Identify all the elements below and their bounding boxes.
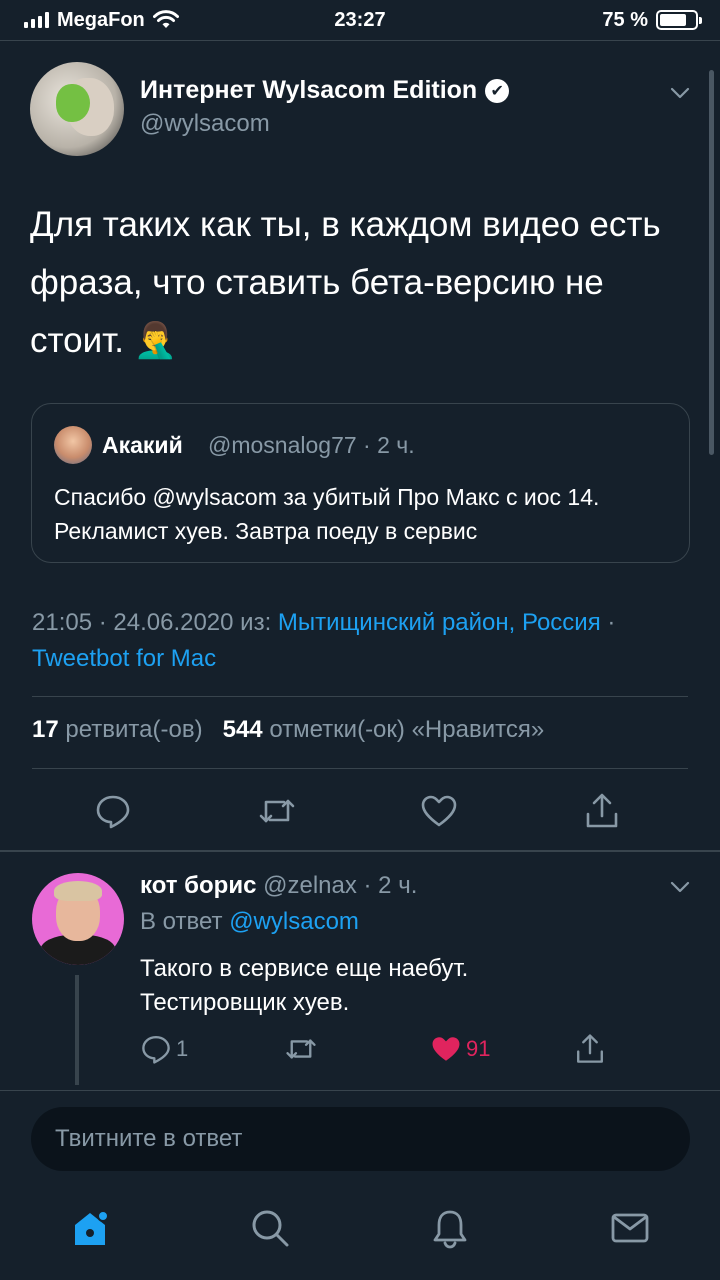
reply-author-avatar[interactable] bbox=[32, 873, 124, 965]
quote-avatar[interactable] bbox=[54, 426, 92, 464]
tweet-text: Для таких как ты, в каждом видео есть фр… bbox=[30, 205, 661, 360]
reply-actions: 1 91 bbox=[0, 1028, 720, 1070]
reply-text-line-1: Такого в сервисе еще наебут. bbox=[140, 955, 469, 982]
likes-label[interactable]: отметки(-ок) «Нравится» bbox=[269, 716, 544, 743]
likes-count[interactable]: 544 bbox=[223, 716, 263, 743]
reply-author-name[interactable]: кот борис bbox=[140, 872, 256, 899]
nav-notifications[interactable] bbox=[420, 1198, 480, 1258]
tweet-actions bbox=[0, 785, 720, 837]
retweets-label[interactable]: ретвита(-ов) bbox=[65, 716, 202, 743]
reply-icon bbox=[142, 1036, 170, 1064]
author-name-row[interactable]: Интернет Wylsacom Edition ✔ bbox=[140, 76, 510, 105]
stats-divider bbox=[32, 768, 688, 769]
reply-button[interactable] bbox=[87, 785, 139, 837]
battery-percent: 75 % bbox=[602, 8, 648, 31]
battery-icon bbox=[656, 10, 702, 30]
quoted-tweet[interactable]: Акакий @mosnalog77 · 2 ч. Спасибо @wylsa… bbox=[31, 403, 690, 563]
reply-reply-count: 1 bbox=[176, 1036, 189, 1061]
status-bar: MegaFon 23:27 75 % bbox=[0, 0, 720, 40]
retweet-icon bbox=[286, 1039, 316, 1059]
retweet-icon bbox=[259, 799, 295, 823]
signal-icon bbox=[24, 12, 49, 28]
share-button[interactable] bbox=[576, 785, 628, 837]
reply-retweet-button[interactable] bbox=[285, 1028, 317, 1070]
header-divider bbox=[0, 40, 720, 41]
meta-separator: · bbox=[607, 609, 616, 636]
tweet-timestamp: 21:05 · 24.06.2020 из: bbox=[32, 609, 272, 636]
client-link[interactable]: Tweetbot for Mac bbox=[32, 645, 216, 672]
messages-icon bbox=[611, 1213, 649, 1243]
nav-search[interactable] bbox=[240, 1198, 300, 1258]
status-left: MegaFon bbox=[24, 9, 179, 32]
reply-icon bbox=[96, 795, 130, 829]
reply-header: кот борис @zelnax · 2 ч. bbox=[140, 872, 417, 900]
notifications-icon bbox=[433, 1210, 467, 1249]
nav-home[interactable] bbox=[60, 1198, 120, 1258]
reply-to: В ответ @wylsacom bbox=[140, 908, 359, 936]
share-icon bbox=[586, 793, 618, 828]
battery-fill bbox=[660, 14, 686, 26]
search-icon bbox=[252, 1210, 289, 1247]
tweet-stats: 17 ретвита(-ов) 544 отметки(-ок) «Нравит… bbox=[32, 716, 544, 744]
tweet-meta: 21:05 · 24.06.2020 из: Мытищинский район… bbox=[32, 605, 692, 677]
reply-to-handle[interactable]: @wylsacom bbox=[229, 908, 359, 935]
reply-compose-input[interactable] bbox=[31, 1107, 690, 1171]
reply-like-button[interactable]: 91 bbox=[430, 1028, 490, 1070]
like-filled-icon bbox=[432, 1037, 460, 1061]
like-button[interactable] bbox=[413, 785, 465, 837]
reply-like-count: 91 bbox=[466, 1036, 491, 1061]
reply-reply-button[interactable]: 1 bbox=[140, 1028, 188, 1070]
chevron-down-icon[interactable] bbox=[669, 82, 691, 104]
author-avatar[interactable] bbox=[30, 62, 124, 156]
meta-divider bbox=[32, 696, 688, 697]
status-right: 75 % bbox=[602, 8, 702, 32]
reply-text-line-2: Тестировщик хуев. bbox=[140, 989, 350, 1016]
quote-meta: @mosnalog77 · 2 ч. bbox=[208, 432, 415, 458]
wifi-icon bbox=[152, 10, 179, 28]
quote-text: Спасибо @wylsacom за убитый Про Макс с и… bbox=[54, 484, 600, 544]
author-handle[interactable]: @wylsacom bbox=[140, 110, 270, 138]
verified-badge-icon: ✔ bbox=[485, 78, 510, 103]
reply-meta: @zelnax · 2 ч. bbox=[263, 872, 418, 899]
scrollbar[interactable] bbox=[709, 70, 714, 455]
location-link[interactable]: Мытищинский район, Россия bbox=[278, 609, 601, 636]
bottom-nav bbox=[0, 1190, 720, 1270]
retweet-button[interactable] bbox=[251, 785, 303, 837]
retweets-count[interactable]: 17 bbox=[32, 716, 59, 743]
reply-text: Такого в сервисе еще наебут. Тестировщик… bbox=[140, 952, 680, 1020]
quote-author-name: Акакий bbox=[102, 432, 183, 458]
reply-share-button[interactable] bbox=[574, 1028, 606, 1070]
like-icon bbox=[421, 795, 457, 827]
nav-messages[interactable] bbox=[600, 1198, 660, 1258]
carrier-name: MegaFon bbox=[57, 8, 145, 31]
section-divider bbox=[0, 850, 720, 852]
reply-chevron-down-icon[interactable] bbox=[669, 876, 691, 898]
author-name[interactable]: Интернет Wylsacom Edition bbox=[140, 76, 477, 105]
share-icon bbox=[577, 1034, 603, 1063]
home-icon bbox=[75, 1210, 109, 1245]
compose-divider bbox=[0, 1090, 720, 1091]
reply-to-prefix: В ответ bbox=[140, 908, 223, 935]
